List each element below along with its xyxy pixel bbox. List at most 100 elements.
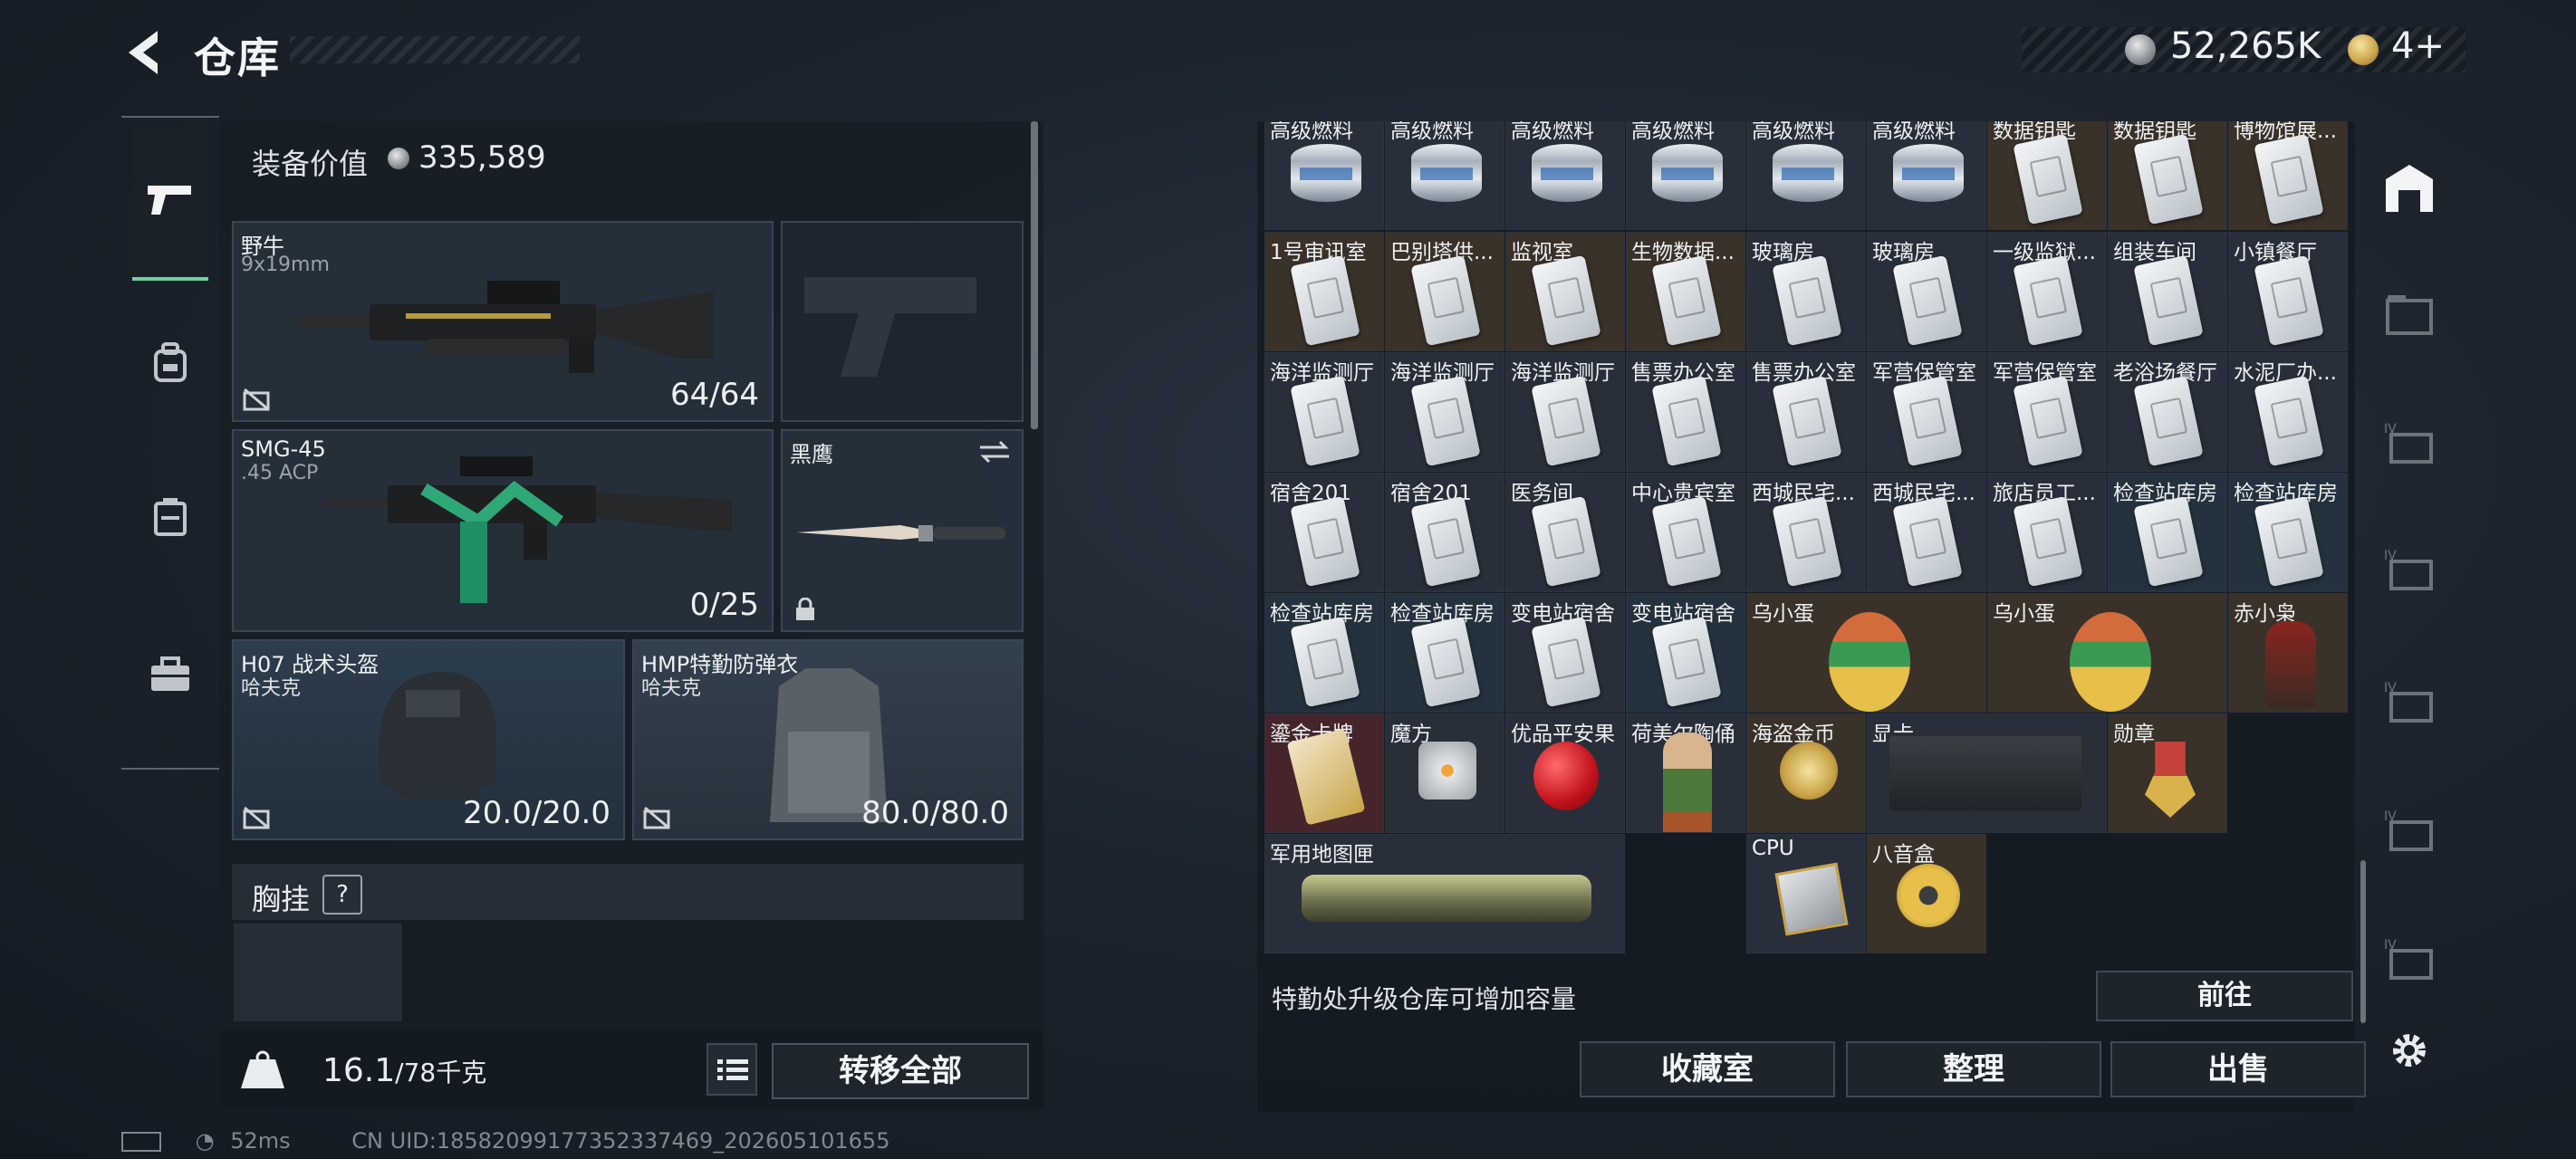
keycard-image [1410, 616, 1481, 708]
settings-gear-icon[interactable] [2380, 1023, 2438, 1078]
storage-item[interactable]: 优品平安果 [1505, 714, 1625, 833]
item-label: 军用地图匣 [1270, 843, 1374, 867]
item-label: CPU [1752, 837, 1794, 860]
storage-item[interactable]: 检查站库房 [1264, 593, 1384, 713]
warehouse-icon[interactable] [2380, 161, 2438, 216]
storage-item[interactable]: 老浴场餐厅 [2108, 352, 2227, 472]
storage-item[interactable]: 海洋监测厅 [1505, 352, 1625, 472]
storage-case-iv-icon[interactable]: IV [2380, 675, 2438, 730]
storage-item[interactable]: 八音盒 [1867, 834, 1986, 953]
storage-item[interactable]: 检查站库房 [2108, 473, 2227, 592]
storage-item[interactable]: 一级监狱... [1987, 232, 2107, 351]
storage-item[interactable]: 赤小枭 [2228, 593, 2348, 713]
storage-item[interactable]: 变电站宿舍 [1505, 593, 1625, 713]
storage-item[interactable]: 数据钥匙 [2108, 121, 2227, 230]
storage-item[interactable]: 鎏金卡牌 [1264, 714, 1384, 833]
storage-item[interactable]: 军营保管室 [1987, 352, 2107, 472]
storage-item[interactable]: 宿舍201 [1385, 473, 1504, 592]
keycard-image [1651, 254, 1722, 347]
keycard-image [2254, 133, 2324, 225]
apple-image [1533, 742, 1599, 810]
collection-room-button[interactable]: 收藏室 [1580, 1041, 1835, 1097]
storage-item[interactable]: 水泥厂办... [2228, 352, 2348, 472]
storage-item[interactable]: 高级燃料 [1626, 121, 1745, 230]
keycard-image [2133, 375, 2204, 467]
keycard-image [2013, 375, 2083, 467]
keycard-image [1410, 375, 1481, 467]
storage-item[interactable]: 变电站宿舍 [1626, 593, 1745, 713]
storage-item[interactable]: 玻璃房 [1746, 232, 1866, 351]
ticket-count[interactable]: 4+ [2391, 25, 2445, 67]
storage-item[interactable]: 博物馆展... [2228, 121, 2348, 230]
storage-item[interactable]: 魔方 [1385, 714, 1504, 833]
storage-item[interactable]: 西城民宅... [1867, 473, 1986, 592]
storage-item[interactable]: 组装车间 [2108, 232, 2227, 351]
storage-item[interactable]: 乌小蛋 [1987, 593, 2227, 713]
keycard-image [1651, 495, 1722, 588]
storage-item[interactable]: 海洋监测厅 [1264, 352, 1384, 472]
storage-item[interactable]: 医务间 [1505, 473, 1625, 592]
silver-coin-icon [2125, 34, 2156, 65]
storage-case-iv-icon[interactable]: IV [2380, 417, 2438, 471]
storage-upgrade-note: 特勤处升级仓库可增加容量 [1272, 984, 1577, 1014]
storage-item[interactable]: 军营保管室 [1867, 352, 1986, 472]
storage-item[interactable]: 高级燃料 [1385, 121, 1504, 230]
back-arrow-icon[interactable] [121, 27, 167, 78]
storage-case-iv-icon[interactable]: IV [2380, 804, 2438, 858]
storage-item[interactable]: 高级燃料 [1264, 121, 1384, 230]
keycard-image [1290, 616, 1360, 708]
battery-icon [121, 1132, 161, 1152]
storage-item[interactable]: 检查站库房 [1385, 593, 1504, 713]
storage-item[interactable]: 玻璃房 [1867, 232, 1986, 351]
storage-item[interactable]: 监视室 [1505, 232, 1625, 351]
title-decoration [290, 36, 580, 63]
storage-item[interactable]: 乌小蛋 [1746, 593, 1986, 713]
sell-button[interactable]: 出售 [2110, 1041, 2366, 1097]
keycard-image [2013, 495, 2083, 588]
scrollbar[interactable] [2360, 860, 2366, 1023]
folder-icon[interactable] [2380, 288, 2438, 342]
storage-item[interactable]: 勋章 [2108, 714, 2227, 833]
item-label: 高级燃料 [1511, 120, 1594, 143]
wifi-icon: ◔ [195, 1128, 215, 1154]
storage-item[interactable]: 生物数据... [1626, 232, 1745, 351]
keycard-image [1290, 254, 1360, 347]
storage-item[interactable]: 巴别塔供... [1385, 232, 1504, 351]
storage-item[interactable]: 数据钥匙 [1987, 121, 2107, 230]
keycard-image [2133, 495, 2204, 588]
keycard-image [1290, 495, 1360, 588]
storage-item[interactable]: 西城民宅... [1746, 473, 1866, 592]
keycard-image [2013, 133, 2083, 225]
sort-button[interactable]: 整理 [1846, 1041, 2101, 1097]
storage-case-iv-icon[interactable]: IV [2380, 933, 2438, 987]
keycard-image [1651, 616, 1722, 708]
fuel-can-image [1532, 144, 1602, 202]
storage-item[interactable]: 海洋监测厅 [1385, 352, 1504, 472]
storage-item[interactable]: 1号审讯室 [1264, 232, 1384, 351]
storage-item[interactable]: 售票办公室 [1626, 352, 1745, 472]
storage-item[interactable]: CPU [1746, 834, 1866, 953]
cube-image [1418, 742, 1476, 800]
storage-item[interactable]: 宿舍201 [1264, 473, 1384, 592]
keycard-image [1410, 495, 1481, 588]
storage-item[interactable]: 高级燃料 [1746, 121, 1866, 230]
goto-button[interactable]: 前往 [2096, 971, 2353, 1021]
storage-item[interactable]: 高级燃料 [1867, 120, 1986, 230]
fuel-can-image [1773, 144, 1843, 202]
storage-item[interactable]: 荷美尔陶俑 [1626, 714, 1745, 833]
storage-item[interactable]: 海盗金币 [1746, 714, 1866, 833]
storage-item[interactable]: 检查站库房 [2228, 473, 2348, 592]
storage-item[interactable]: 显卡 [1867, 714, 2107, 833]
keycard-image [1651, 375, 1722, 467]
storage-item[interactable]: 小镇餐厅 [2228, 232, 2348, 351]
storage-case-iv-icon[interactable]: IV [2380, 543, 2438, 598]
storage-item[interactable]: 高级燃料 [1505, 120, 1625, 230]
keycard-image [1892, 495, 1963, 588]
item-label: 高级燃料 [1872, 120, 1956, 143]
storage-item[interactable]: 旅店员工... [1987, 473, 2107, 592]
storage-item[interactable]: 中心贵宾室 [1626, 473, 1745, 592]
ping-value: 52ms [230, 1128, 291, 1154]
keycard-image [1531, 375, 1601, 467]
storage-item[interactable]: 军用地图匣 [1264, 834, 1625, 953]
storage-item[interactable]: 售票办公室 [1746, 352, 1866, 472]
